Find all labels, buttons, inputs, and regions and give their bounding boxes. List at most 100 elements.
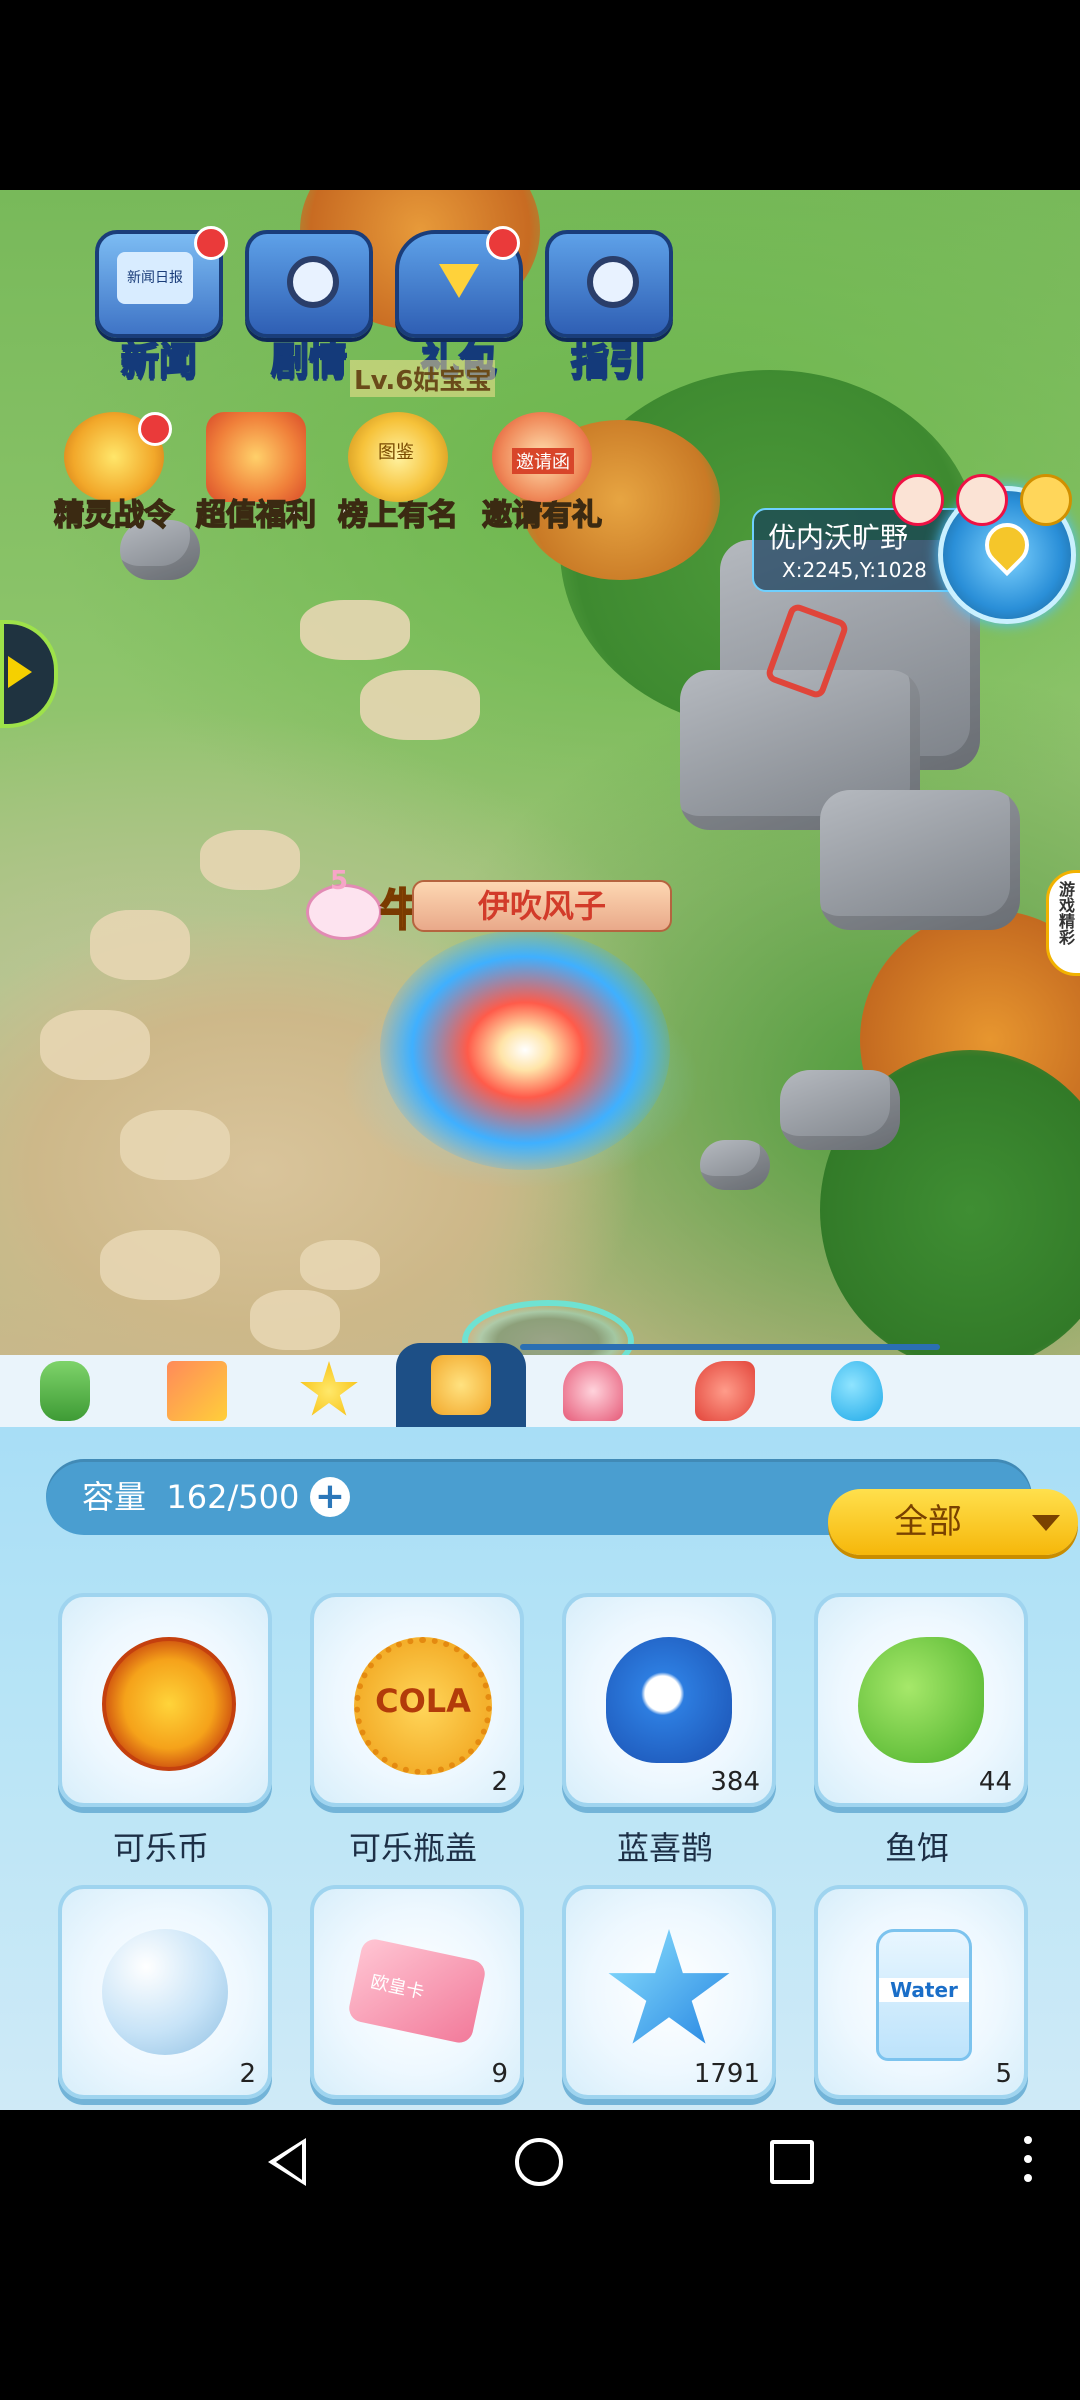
chevron-down-icon bbox=[1032, 1515, 1060, 1531]
path-stone bbox=[300, 600, 410, 660]
player-level-tag: Lv.6姑宝宝 bbox=[350, 360, 496, 397]
news-label: 新闻 bbox=[120, 338, 198, 384]
invite-icon-text: 邀请函 bbox=[512, 448, 574, 474]
star-wand-icon bbox=[300, 1361, 358, 1416]
gift-pack-button[interactable]: 礼包 bbox=[394, 226, 524, 384]
shield-button[interactable] bbox=[1020, 474, 1072, 526]
guide-button[interactable]: 指引 bbox=[544, 230, 674, 384]
green-worm-icon bbox=[858, 1637, 984, 1763]
item-count: 5 bbox=[995, 2059, 1012, 2089]
tab-battery[interactable] bbox=[0, 1355, 130, 1427]
mute-music-button[interactable] bbox=[956, 474, 1008, 526]
news-screen: 新闻日报 bbox=[117, 252, 193, 304]
guide-label: 指引 bbox=[570, 338, 648, 384]
news-button[interactable]: 新闻日报 新闻 bbox=[94, 226, 228, 384]
inventory-item[interactable]: 欧皇卡 9 bbox=[310, 1885, 524, 2099]
cola-coin-icon bbox=[102, 1637, 236, 1771]
tab-activity[interactable] bbox=[396, 1343, 526, 1427]
value-welfare-button[interactable]: 超值福利 bbox=[186, 412, 326, 534]
item-name: 可乐币 bbox=[112, 1829, 209, 1867]
side-promo-tab[interactable]: 游戏精彩 bbox=[1046, 870, 1080, 976]
leaderboard-button[interactable]: 图鉴 榜上有名 bbox=[328, 412, 468, 534]
capacity-label: 容量 bbox=[82, 1478, 147, 1516]
bottle-cap-icon: COLA bbox=[354, 1637, 492, 1775]
path-stone bbox=[250, 1290, 340, 1350]
side-collapse-button[interactable] bbox=[0, 620, 58, 728]
inventory-item[interactable]: 44 鱼饵 bbox=[814, 1593, 1028, 1869]
battery-icon bbox=[40, 1361, 90, 1421]
water-bottle-icon: Water bbox=[876, 1929, 972, 2061]
game-scene[interactable]: 新闻日报 新闻 剧情 礼包 指引 Lv.6姑宝宝 精灵战令 超值福利 图鉴 榜上… bbox=[0, 190, 1080, 1355]
activity-star-icon bbox=[431, 1355, 491, 1415]
blocks-icon bbox=[167, 1361, 227, 1421]
inventory-item[interactable]: 可乐币 bbox=[58, 1593, 272, 1869]
inventory-item[interactable]: Water 5 bbox=[814, 1885, 1028, 2099]
ticket-text: 欧皇卡 bbox=[368, 1971, 426, 2004]
tab-dress[interactable] bbox=[528, 1355, 658, 1427]
filter-selected: 全部 bbox=[894, 1502, 962, 1542]
path-stone bbox=[360, 670, 480, 740]
side-promo-label: 游戏精彩 bbox=[1056, 881, 1075, 945]
rock bbox=[700, 1140, 770, 1190]
tab-blocks[interactable] bbox=[132, 1355, 262, 1427]
pink-ticket-icon: 欧皇卡 bbox=[346, 1936, 488, 2046]
gift-box-icon bbox=[206, 412, 306, 502]
home-icon[interactable] bbox=[515, 2138, 563, 2186]
status-bar bbox=[0, 0, 1080, 190]
dress-icon bbox=[563, 1361, 623, 1421]
tab-rocking-horse[interactable] bbox=[660, 1355, 790, 1427]
snowball-icon bbox=[102, 1929, 228, 2055]
recent-apps-icon[interactable] bbox=[770, 2140, 814, 2184]
story-safe-icon bbox=[245, 230, 373, 338]
capacity-bar: 容量 162/500 + 全部 bbox=[46, 1459, 1078, 1555]
more-icon[interactable] bbox=[1024, 2136, 1034, 2182]
item-count: 1791 bbox=[693, 2059, 760, 2089]
expand-capacity-button[interactable]: + bbox=[310, 1477, 350, 1517]
battle-pass-button[interactable]: 精灵战令 bbox=[44, 412, 184, 534]
player-character[interactable] bbox=[380, 930, 670, 1170]
inventory-item[interactable]: 2 bbox=[58, 1885, 272, 2099]
item-name: 蓝喜鹊 bbox=[616, 1829, 713, 1867]
item-name: 可乐瓶盖 bbox=[348, 1829, 477, 1867]
rock bbox=[780, 1070, 900, 1150]
item-count: 9 bbox=[491, 2059, 508, 2089]
invite-envelope-icon: 邀请函 bbox=[492, 412, 592, 502]
water-label: Water bbox=[879, 1978, 969, 2002]
capacity-value: 162/500 bbox=[166, 1478, 300, 1516]
blue-bird-icon bbox=[606, 1637, 732, 1763]
news-badge bbox=[194, 226, 228, 260]
play-arrow-icon bbox=[8, 656, 32, 688]
player-name: 伊吹风子 bbox=[412, 880, 672, 932]
egg-icon bbox=[831, 1361, 883, 1421]
item-count: 2 bbox=[239, 2059, 256, 2089]
inventory-item[interactable]: 1791 bbox=[562, 1885, 776, 2099]
tab-egg[interactable] bbox=[792, 1355, 922, 1427]
rock bbox=[820, 790, 1020, 930]
pet-level: 5 bbox=[330, 866, 349, 896]
story-button[interactable]: 剧情 bbox=[244, 230, 374, 384]
gift-pack-badge bbox=[486, 226, 520, 260]
guide-safe-icon bbox=[545, 230, 673, 338]
item-count: 2 bbox=[491, 1767, 508, 1797]
trophy-icon-text: 图鉴 bbox=[378, 442, 414, 463]
map-coordinates: X:2245,Y:1028 bbox=[782, 558, 927, 582]
item-name: 鱼饵 bbox=[884, 1829, 949, 1867]
path-stone bbox=[90, 910, 190, 980]
inventory-item[interactable]: 384 蓝喜鹊 bbox=[562, 1593, 776, 1869]
value-welfare-label: 超值福利 bbox=[195, 497, 317, 534]
bottle-cap-text: COLA bbox=[375, 1682, 471, 1720]
filter-dropdown[interactable]: 全部 bbox=[828, 1489, 1078, 1555]
trophy-icon: 图鉴 bbox=[348, 412, 448, 502]
system-navigation-bar bbox=[0, 2110, 1080, 2210]
invite-button[interactable]: 邀请函 邀请有礼 bbox=[472, 412, 612, 534]
path-stone bbox=[40, 1010, 150, 1080]
rocking-horse-icon bbox=[695, 1361, 755, 1421]
inventory-item[interactable]: COLA 2 可乐瓶盖 bbox=[310, 1593, 524, 1869]
battle-pass-label: 精灵战令 bbox=[53, 497, 175, 534]
path-stone bbox=[100, 1230, 220, 1300]
bottom-area bbox=[0, 2210, 1080, 2400]
tab-star-wand[interactable] bbox=[264, 1355, 394, 1427]
bag-panel: 容量 162/500 + 全部 可乐币 COLA 2 可乐瓶盖 384 蓝喜鹊 bbox=[0, 1427, 1080, 2110]
bag-tab-bar bbox=[0, 1343, 1080, 1427]
mute-sound-button[interactable] bbox=[892, 474, 944, 526]
